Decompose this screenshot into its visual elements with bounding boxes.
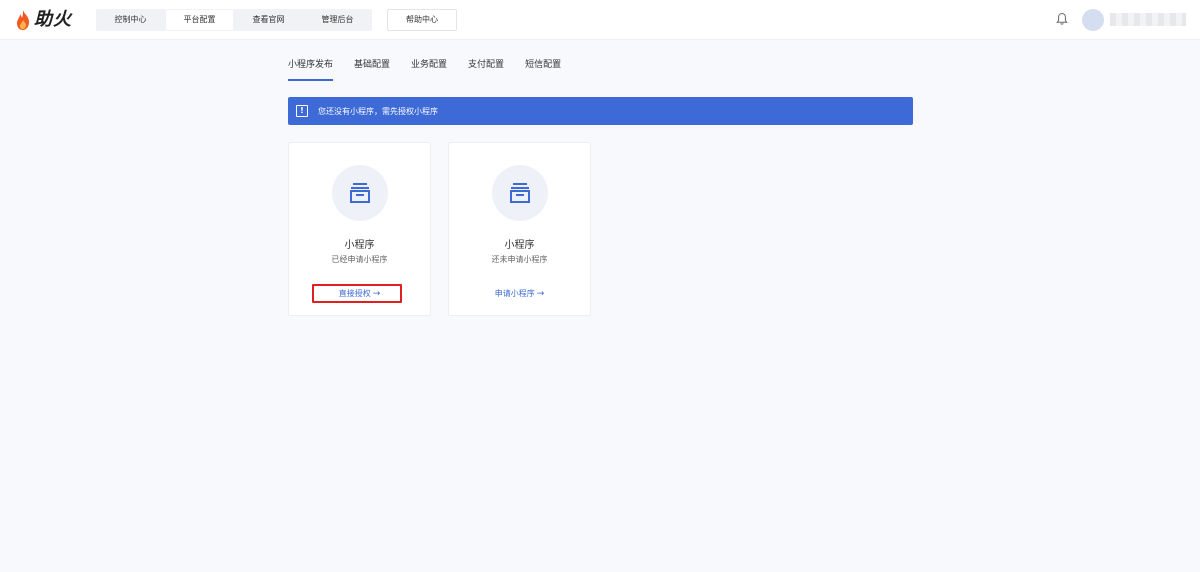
- archive-box-icon: [510, 183, 530, 203]
- apply-miniprogram-link[interactable]: 申请小程序 →: [449, 288, 590, 299]
- nav-item-control-center[interactable]: 控制中心: [96, 9, 165, 31]
- alert-icon: !: [296, 105, 308, 117]
- help-center-button[interactable]: 帮助中心: [387, 9, 457, 31]
- card-desc: 还未申请小程序: [491, 255, 548, 264]
- card-title: 小程序: [344, 240, 375, 251]
- arrow-right-icon: →: [536, 289, 545, 299]
- direct-authorize-link[interactable]: 直接授权 →: [289, 288, 430, 299]
- card-icon-circle: [492, 165, 548, 221]
- tab-sms-config[interactable]: 短信配置: [525, 59, 561, 81]
- logo-text: 助火: [34, 9, 72, 30]
- logo[interactable]: 助火: [14, 9, 72, 31]
- nav-item-admin[interactable]: 管理后台: [303, 9, 372, 31]
- card-apply-miniprogram: 小程序 还未申请小程序 申请小程序 →: [448, 142, 591, 316]
- nav-item-platform-config[interactable]: 平台配置: [165, 9, 234, 31]
- avatar[interactable]: [1082, 9, 1104, 31]
- card-authorize-miniprogram: 小程序 已经申请小程序 直接授权 →: [288, 142, 431, 316]
- tab-basic-config[interactable]: 基础配置: [354, 59, 390, 81]
- archive-box-icon: [350, 183, 370, 203]
- bell-icon[interactable]: [1056, 12, 1068, 26]
- notice-text: 您还没有小程序，需先授权小程序: [318, 106, 438, 116]
- tab-business-config[interactable]: 业务配置: [411, 59, 447, 81]
- nav-item-official-site[interactable]: 查看官网: [234, 9, 303, 31]
- card-icon-circle: [332, 165, 388, 221]
- flame-icon: [17, 10, 29, 30]
- main-nav: 控制中心 平台配置 查看官网 管理后台: [96, 9, 372, 31]
- tab-payment-config[interactable]: 支付配置: [468, 59, 504, 81]
- top-header: 助火 控制中心 平台配置 查看官网 管理后台 帮助中心 ██████: [0, 0, 1200, 40]
- arrow-right-icon: →: [372, 289, 381, 299]
- link-label: 申请小程序: [494, 289, 535, 298]
- username[interactable]: ██████: [1110, 13, 1186, 26]
- tab-miniprogram-publish[interactable]: 小程序发布: [288, 59, 334, 81]
- config-tabs: 小程序发布 基础配置 业务配置 支付配置 短信配置: [288, 59, 582, 81]
- card-desc: 已经申请小程序: [331, 255, 388, 264]
- card-title: 小程序: [504, 240, 535, 251]
- notice-banner: ! 您还没有小程序，需先授权小程序: [288, 97, 913, 125]
- link-label: 直接授权: [338, 289, 371, 298]
